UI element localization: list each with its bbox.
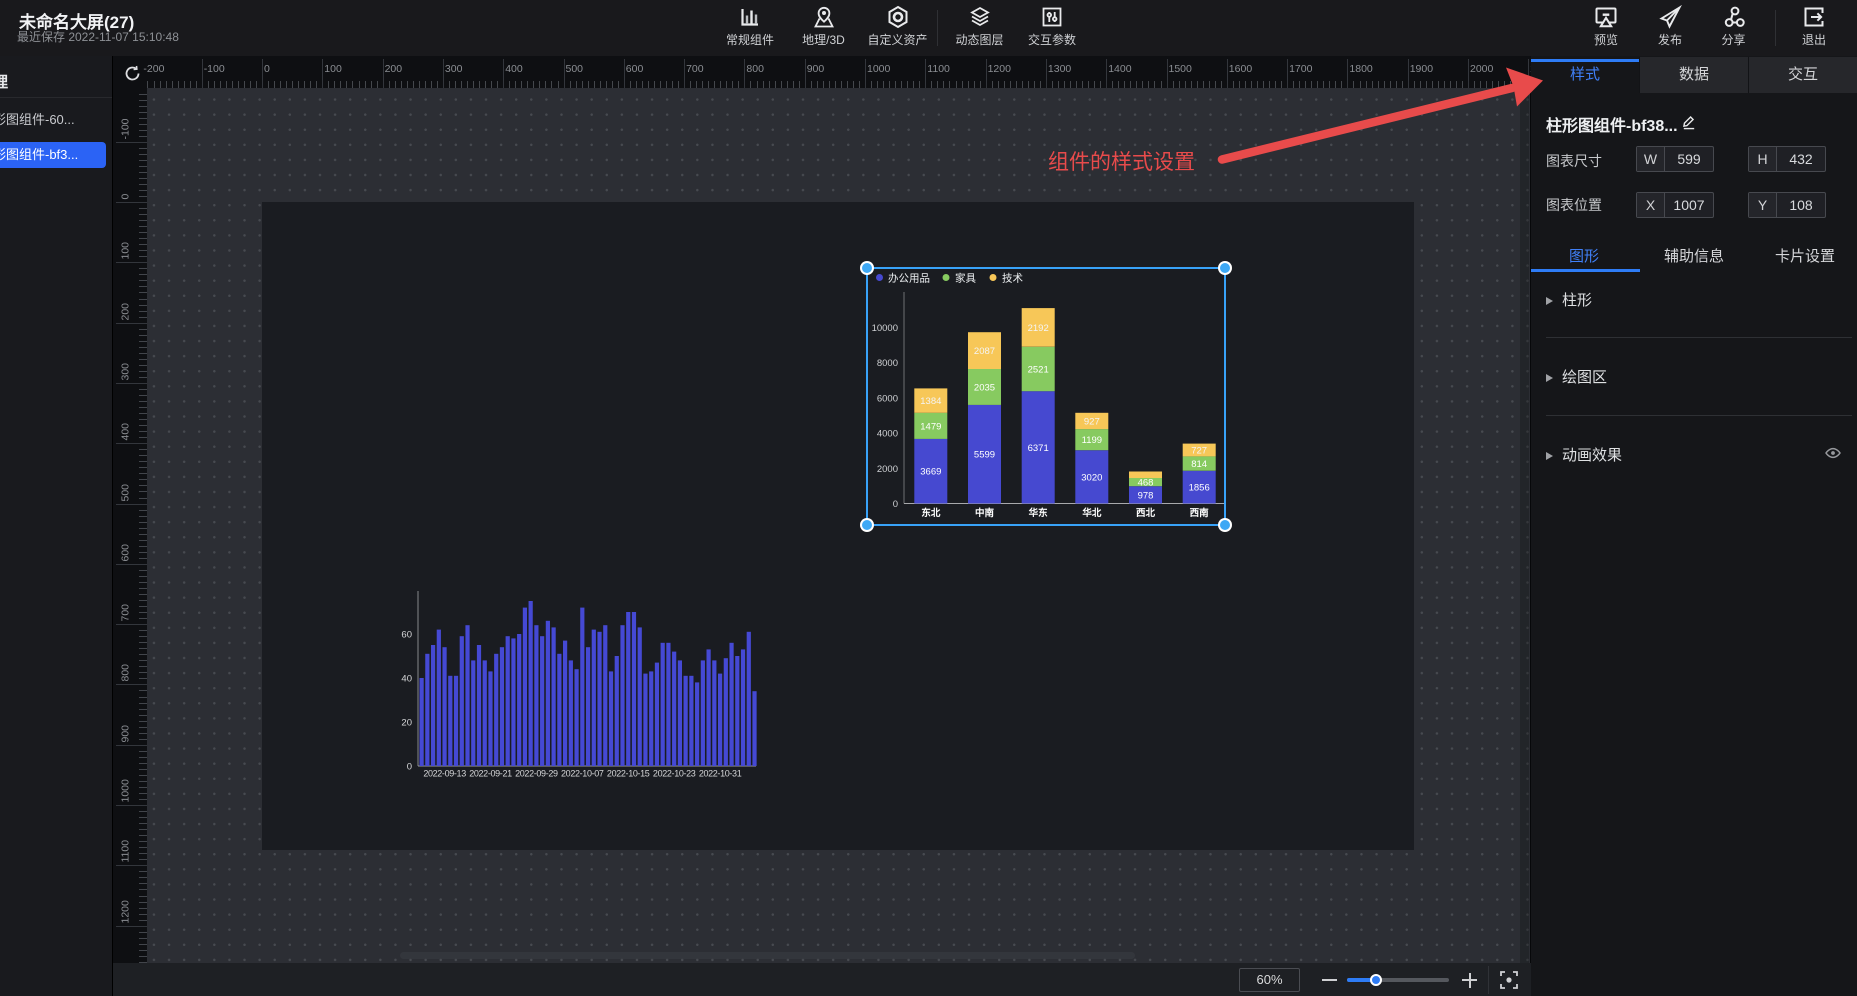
svg-text:2022-10-15: 2022-10-15 (607, 769, 650, 779)
svg-text:中南: 中南 (975, 507, 995, 519)
svg-text:2022-09-29: 2022-09-29 (515, 769, 558, 779)
svg-text:1856: 1856 (1189, 483, 1210, 494)
svg-text:814: 814 (1191, 459, 1207, 470)
svg-text:20: 20 (401, 718, 412, 729)
svg-text:40: 40 (401, 674, 412, 685)
svg-text:4000: 4000 (877, 429, 898, 440)
svg-text:3020: 3020 (1081, 472, 1102, 483)
svg-text:1479: 1479 (920, 421, 941, 432)
svg-text:5599: 5599 (974, 450, 995, 461)
svg-text:978: 978 (1138, 490, 1154, 501)
svg-text:办公用品: 办公用品 (888, 272, 930, 285)
svg-text:2521: 2521 (1028, 364, 1049, 375)
svg-text:2022-09-21: 2022-09-21 (469, 769, 512, 779)
svg-text:2087: 2087 (974, 346, 995, 357)
svg-text:8000: 8000 (877, 358, 898, 369)
svg-text:家具: 家具 (955, 272, 976, 285)
svg-text:2022-10-23: 2022-10-23 (653, 769, 696, 779)
svg-text:华北: 华北 (1082, 507, 1102, 519)
svg-text:技术: 技术 (1002, 272, 1023, 285)
svg-text:2035: 2035 (974, 382, 995, 393)
svg-text:2022-10-07: 2022-10-07 (561, 769, 604, 779)
svg-text:西北: 西北 (1136, 507, 1156, 519)
svg-text:6371: 6371 (1028, 443, 1049, 454)
svg-text:0: 0 (407, 762, 412, 773)
svg-text:2000: 2000 (877, 464, 898, 475)
svg-text:468: 468 (1138, 478, 1154, 489)
svg-text:西南: 西南 (1190, 507, 1210, 519)
svg-text:60: 60 (401, 630, 412, 641)
svg-text:10000: 10000 (872, 323, 898, 334)
svg-text:927: 927 (1084, 416, 1100, 427)
svg-text:6000: 6000 (877, 393, 898, 404)
svg-text:727: 727 (1191, 446, 1207, 457)
svg-text:2022-10-31: 2022-10-31 (699, 769, 742, 779)
svg-text:2022-09-13: 2022-09-13 (423, 769, 466, 779)
svg-text:东北: 东北 (921, 507, 941, 519)
svg-text:华东: 华东 (1029, 507, 1049, 519)
svg-text:1199: 1199 (1082, 435, 1102, 446)
svg-text:3669: 3669 (920, 467, 941, 478)
svg-text:2192: 2192 (1028, 323, 1049, 334)
svg-text:0: 0 (893, 499, 898, 510)
svg-text:1384: 1384 (920, 396, 941, 407)
